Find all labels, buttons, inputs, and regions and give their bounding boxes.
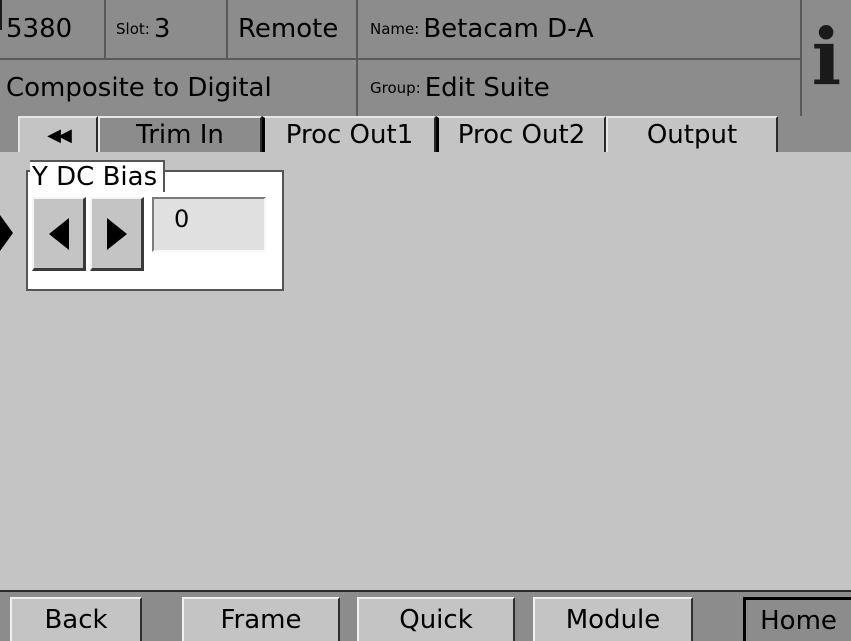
frame-button-label: Frame <box>220 605 302 635</box>
module-button-label: Module <box>565 605 661 635</box>
device-name: Betacam D-A <box>423 14 594 44</box>
remote-status-text: Remote <box>238 14 339 44</box>
model-number: 5380 <box>6 0 104 58</box>
decrement-button[interactable] <box>32 197 86 271</box>
slot-value: 3 <box>153 14 171 44</box>
remote-status: Remote <box>228 0 356 58</box>
slot-label: Slot: <box>116 20 150 38</box>
function-field: Composite to Digital <box>6 60 356 116</box>
tab-proc-out2[interactable]: Proc Out2 <box>436 116 606 152</box>
value-text: 0 <box>174 205 190 233</box>
home-button[interactable]: Home <box>743 597 851 641</box>
slot-field: Slot: 3 <box>106 0 226 58</box>
back-button[interactable]: Back <box>10 597 142 641</box>
double-left-arrow-icon: ◀◀ <box>47 124 72 146</box>
group-label: Group: <box>370 79 421 97</box>
right-triangle-icon <box>106 217 127 250</box>
group-field: Group: Edit Suite <box>358 60 800 116</box>
tab-trim-in-label: Trim In <box>136 120 224 150</box>
back-button-label: Back <box>44 605 108 635</box>
header: 5380 Slot: 3 Remote Name: Betacam D-A Co… <box>0 0 851 116</box>
info-button[interactable]: i <box>802 0 851 116</box>
tab-scroll-back-button[interactable]: ◀◀ <box>18 116 98 152</box>
home-button-label: Home <box>760 605 837 636</box>
tab-output-label: Output <box>646 120 738 150</box>
control-title-text: Y DC Bias <box>32 162 158 192</box>
module-button[interactable]: Module <box>533 597 693 641</box>
left-triangle-icon <box>48 217 69 250</box>
increment-button[interactable] <box>90 197 144 271</box>
frame-button[interactable]: Frame <box>182 597 340 641</box>
tab-proc-out1-label: Proc Out1 <box>285 120 414 150</box>
function-text: Composite to Digital <box>6 73 272 103</box>
name-label: Name: <box>370 20 420 38</box>
quick-button-label: Quick <box>399 605 473 635</box>
value-display[interactable]: 0 <box>152 197 266 252</box>
control-title: Y DC Bias <box>30 160 166 192</box>
tab-proc-out1[interactable]: Proc Out1 <box>262 116 436 152</box>
selection-marker-icon <box>0 215 13 251</box>
tab-proc-out2-label: Proc Out2 <box>457 120 586 150</box>
tab-trim-in[interactable]: Trim In <box>98 116 262 152</box>
quick-button[interactable]: Quick <box>357 597 515 641</box>
group-name: Edit Suite <box>424 73 550 103</box>
tab-output[interactable]: Output <box>606 116 778 152</box>
device-name-field: Name: Betacam D-A <box>358 0 800 58</box>
model-number-text: 5380 <box>6 14 73 44</box>
info-icon: i <box>811 12 842 103</box>
